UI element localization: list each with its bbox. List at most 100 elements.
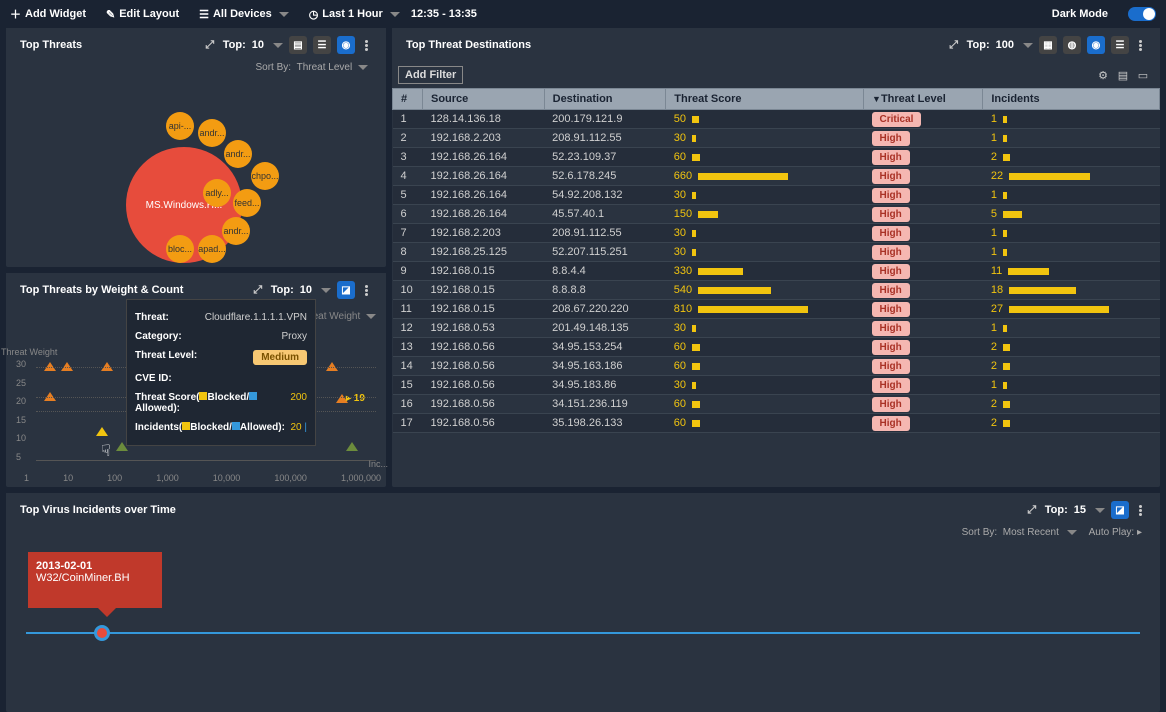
chevron-down-icon[interactable] bbox=[1067, 530, 1077, 535]
x-axis-end-label: Inc... bbox=[368, 459, 388, 469]
panel-title: Top Threats by Weight & Count bbox=[20, 284, 183, 296]
bubble[interactable]: bloc... bbox=[166, 235, 194, 263]
table-row[interactable]: 1128.14.136.18200.179.121.950Critical1 bbox=[393, 110, 1160, 129]
table-row[interactable]: 10192.168.0.158.8.8.8540High18 bbox=[393, 281, 1160, 300]
col-incidents[interactable]: Incidents bbox=[983, 89, 1160, 110]
top-label: Top: bbox=[967, 39, 990, 51]
top-threats-panel: Top Threats ⤢ Top: 10 ▤ ☰ ◉ Sort By: Thr… bbox=[6, 28, 386, 267]
timeline-marker[interactable] bbox=[94, 625, 110, 641]
top-value[interactable]: 15 bbox=[1074, 504, 1086, 516]
destinations-panel: Top Threat Destinations ⤢ Top: 100 ▦ ◍ ◉… bbox=[392, 28, 1160, 487]
minimize-icon[interactable]: ▭ bbox=[1136, 68, 1150, 82]
bubble-chart-icon[interactable]: ◉ bbox=[337, 36, 355, 54]
top-value[interactable]: 10 bbox=[252, 39, 264, 51]
time-range-dropdown[interactable]: ◷Last 1 Hour 12:35 - 13:35 bbox=[309, 8, 477, 21]
bubble[interactable]: andr... bbox=[198, 119, 226, 147]
chart-tooltip: Threat:Cloudflare.1.1.1.1.VPN Category:P… bbox=[126, 299, 316, 446]
bubble[interactable]: apad... bbox=[198, 235, 226, 263]
devices-icon: ☰ bbox=[199, 8, 209, 21]
col-num[interactable]: # bbox=[393, 89, 423, 110]
chevron-down-icon[interactable] bbox=[273, 43, 283, 48]
chevron-down-icon[interactable] bbox=[358, 65, 368, 70]
kebab-menu-icon[interactable] bbox=[361, 285, 372, 296]
table-row[interactable]: 14192.168.0.5634.95.163.18660High2 bbox=[393, 357, 1160, 376]
edit-layout-button[interactable]: ✎Edit Layout bbox=[106, 8, 179, 21]
pencil-icon: ✎ bbox=[106, 8, 115, 21]
dark-mode-toggle[interactable] bbox=[1128, 7, 1156, 21]
table-row[interactable]: 8192.168.25.12552.207.115.25130High1 bbox=[393, 243, 1160, 262]
list-icon[interactable]: ☰ bbox=[313, 36, 331, 54]
table-row[interactable]: 16192.168.0.5634.151.236.11960High2 bbox=[393, 395, 1160, 414]
table-row[interactable]: 12192.168.0.53201.49.148.13530High1 bbox=[393, 319, 1160, 338]
chevron-down-icon[interactable] bbox=[1023, 43, 1033, 48]
bubble[interactable]: feed... bbox=[233, 189, 261, 217]
kebab-menu-icon[interactable] bbox=[361, 40, 372, 51]
table-row[interactable]: 9192.168.0.158.8.4.4330High11 bbox=[393, 262, 1160, 281]
chart-icon[interactable]: ◪ bbox=[337, 281, 355, 299]
clock-icon: ◷ bbox=[309, 8, 319, 21]
chevron-down-icon[interactable] bbox=[1095, 508, 1105, 513]
chevron-down-icon bbox=[390, 12, 400, 17]
destinations-table: # Source Destination Threat Score ▼Threa… bbox=[392, 88, 1160, 433]
scatter-chart[interactable]: Threat Weight Threat:Cloudflare.1.1.1.1.… bbox=[6, 307, 386, 487]
expand-icon[interactable]: ⤢ bbox=[1025, 503, 1039, 517]
sort-label: Sort By: bbox=[962, 527, 998, 538]
table-row[interactable]: 6192.168.26.16445.57.40.1150High5 bbox=[393, 205, 1160, 224]
top-label: Top: bbox=[1045, 504, 1068, 516]
autoplay-label: Auto Play: bbox=[1089, 527, 1135, 538]
chart-icon[interactable]: ◪ bbox=[1111, 501, 1129, 519]
autoplay-toggle[interactable]: ▸ bbox=[1137, 527, 1142, 538]
timeline-track[interactable] bbox=[26, 632, 1140, 634]
gear-icon[interactable]: ⚙ bbox=[1096, 68, 1110, 82]
col-source[interactable]: Source bbox=[423, 89, 545, 110]
bubble[interactable]: andr... bbox=[222, 217, 250, 245]
panel-title: Top Virus Incidents over Time bbox=[20, 504, 176, 516]
add-filter-button[interactable]: Add Filter bbox=[398, 66, 463, 84]
mouse-cursor-icon: ☟ bbox=[101, 441, 111, 461]
bubble[interactable]: api-... bbox=[166, 112, 194, 140]
table-row[interactable]: 7192.168.2.203208.91.112.5530High1 bbox=[393, 224, 1160, 243]
devices-dropdown[interactable]: ☰All Devices bbox=[199, 8, 289, 21]
bubble-chart[interactable]: MS.Windows.H... api-... andr... andr... … bbox=[6, 77, 386, 267]
panel-title: Top Threat Destinations bbox=[406, 39, 531, 51]
chevron-down-icon[interactable] bbox=[321, 288, 331, 293]
y-axis-label: Threat Weight bbox=[1, 347, 57, 357]
timeline-callout: 2013-02-01 W32/CoinMiner.BH bbox=[28, 552, 162, 608]
col-score[interactable]: Threat Score bbox=[666, 89, 864, 110]
weight-count-panel: Top Threats by Weight & Count ⤢ Top: 10 … bbox=[6, 273, 386, 487]
panel-title: Top Threats bbox=[20, 39, 82, 51]
kebab-menu-icon[interactable] bbox=[1135, 505, 1146, 516]
globe-icon[interactable]: ◍ bbox=[1063, 36, 1081, 54]
bubble-chart-icon[interactable]: ◉ bbox=[1087, 36, 1105, 54]
expand-icon[interactable]: ⤢ bbox=[251, 283, 265, 297]
table-icon[interactable]: ▤ bbox=[289, 36, 307, 54]
sort-value[interactable]: Threat Level bbox=[297, 62, 353, 73]
add-widget-button[interactable]: ＋Add Widget bbox=[10, 6, 86, 22]
doc-icon[interactable]: ▤ bbox=[1116, 68, 1130, 82]
table-row[interactable]: 13192.168.0.5634.95.153.25460High2 bbox=[393, 338, 1160, 357]
table-row[interactable]: 5192.168.26.16454.92.208.13230High1 bbox=[393, 186, 1160, 205]
table-row[interactable]: 15192.168.0.5634.95.183.8630High1 bbox=[393, 376, 1160, 395]
grid-icon[interactable]: ▦ bbox=[1039, 36, 1057, 54]
table-row[interactable]: 11192.168.0.15208.67.220.220810High27 bbox=[393, 300, 1160, 319]
list-icon[interactable]: ☰ bbox=[1111, 36, 1129, 54]
bubble[interactable]: chpo... bbox=[251, 162, 279, 190]
col-level[interactable]: ▼Threat Level bbox=[864, 89, 983, 110]
table-row[interactable]: 4192.168.26.16452.6.178.245660High22 bbox=[393, 167, 1160, 186]
col-dest[interactable]: Destination bbox=[544, 89, 666, 110]
top-label: Top: bbox=[223, 39, 246, 51]
bubble[interactable]: adly... bbox=[203, 179, 231, 207]
table-row[interactable]: 17192.168.0.5635.198.26.13360High2 bbox=[393, 414, 1160, 433]
top-label: Top: bbox=[271, 284, 294, 296]
table-row[interactable]: 2192.168.2.203208.91.112.5530High1 bbox=[393, 129, 1160, 148]
top-value[interactable]: 100 bbox=[996, 39, 1014, 51]
expand-icon[interactable]: ⤢ bbox=[203, 38, 217, 52]
sort-value[interactable]: Most Recent bbox=[1003, 527, 1059, 538]
kebab-menu-icon[interactable] bbox=[1135, 40, 1146, 51]
timeline[interactable]: 2013-02-01 W32/CoinMiner.BH bbox=[6, 542, 1160, 712]
table-row[interactable]: 3192.168.26.16452.23.109.3760High2 bbox=[393, 148, 1160, 167]
sort-label: Sort By: bbox=[255, 62, 291, 73]
bubble[interactable]: andr... bbox=[224, 140, 252, 168]
top-value[interactable]: 10 bbox=[300, 284, 312, 296]
expand-icon[interactable]: ⤢ bbox=[947, 38, 961, 52]
